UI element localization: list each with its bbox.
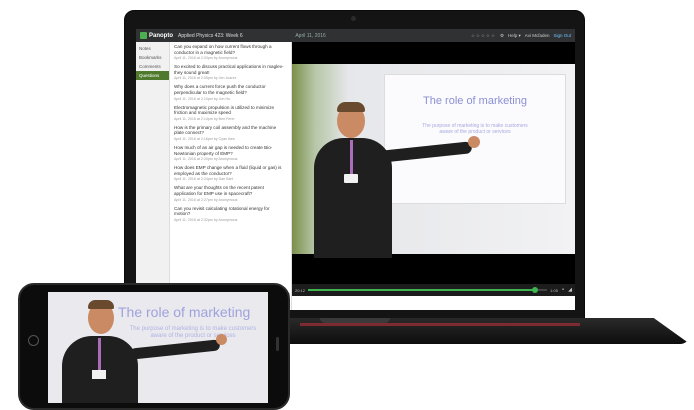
speaker-grille bbox=[276, 337, 279, 351]
question-meta: April 11, 2016 at 2:10pm by Jon Hu bbox=[174, 96, 231, 101]
question-text: Electromagnetic propulsion is utilized t… bbox=[174, 104, 275, 116]
question-text: How is the primary coil assembly and the… bbox=[174, 124, 277, 136]
rating-stars[interactable]: ☆☆☆☆☆ bbox=[471, 33, 496, 39]
name-badge bbox=[92, 370, 106, 379]
list-item[interactable]: How is the primary coil assembly and the… bbox=[174, 125, 287, 141]
sidebar-item-bookmarks[interactable]: Bookmarks bbox=[136, 53, 169, 62]
list-item[interactable]: So excited to discuss practical applicat… bbox=[174, 64, 287, 80]
time-total: 1:05 bbox=[550, 287, 558, 293]
webcam bbox=[351, 16, 356, 21]
question-meta: April 11, 2016 at 2:24pm by Dan Bart bbox=[174, 177, 233, 182]
slide-title: The role of marketing bbox=[423, 95, 527, 107]
product-showcase: Panopto Applied Physics 423: Week 6 Apri… bbox=[0, 0, 694, 410]
phone-video[interactable]: The role of marketing The purpose of mar… bbox=[48, 292, 268, 403]
brand-logo[interactable]: Panopto bbox=[140, 32, 173, 39]
questions-panel: Can you expand on how current flows thro… bbox=[170, 42, 292, 310]
progress-handle[interactable] bbox=[532, 287, 539, 293]
help-menu[interactable]: Help ▾ bbox=[508, 33, 521, 39]
sidebar-item-questions[interactable]: Questions bbox=[136, 71, 169, 80]
presenter-arm bbox=[129, 339, 221, 360]
question-meta: April 11, 2016 at 2:14pm by Ben Ferer bbox=[174, 116, 235, 121]
settings-gear-icon[interactable]: ⚙ bbox=[500, 33, 504, 39]
video-player[interactable]: The role of marketing The purpose of mar… bbox=[292, 42, 575, 284]
slide-title: The role of marketing bbox=[118, 304, 251, 320]
brand-name: Panopto bbox=[149, 32, 173, 39]
time-elapsed: 20:12 bbox=[295, 287, 306, 293]
list-item[interactable]: Can you expand on how current flows thro… bbox=[174, 44, 287, 60]
list-item[interactable]: Why does a current force push the conduc… bbox=[174, 84, 287, 100]
panopto-logo-icon bbox=[140, 32, 147, 39]
question-text: So excited to discuss practical applicat… bbox=[174, 64, 284, 75]
session-title: Applied Physics 423: Week 6 bbox=[178, 32, 243, 39]
list-item[interactable]: How does EMP change when a fluid (liquid… bbox=[174, 165, 287, 181]
laptop-screen: Panopto Applied Physics 423: Week 6 Apri… bbox=[136, 29, 575, 310]
presenter-hand bbox=[216, 334, 227, 345]
question-text: How much of an air gap is needed to crea… bbox=[174, 144, 273, 156]
list-item[interactable]: Electromagnetic propulsion is utilized t… bbox=[174, 105, 287, 121]
user-name[interactable]: Avi Mcfaden bbox=[525, 33, 550, 38]
question-meta: April 11, 2016 at 2:05pm by Jen Juarez bbox=[174, 76, 237, 81]
question-text: Can you expand on how current flows thro… bbox=[174, 44, 272, 55]
question-text: Why does a current force push the conduc… bbox=[174, 84, 266, 95]
progress-bar[interactable] bbox=[308, 287, 548, 293]
volume-icon[interactable]: ◢ bbox=[568, 287, 572, 293]
sign-out-link[interactable]: Sign Out bbox=[553, 33, 571, 38]
presenter-hair bbox=[337, 102, 365, 112]
question-text: Can you revisit calculating rotational e… bbox=[174, 205, 270, 217]
sidebar-item-notes[interactable]: Notes bbox=[136, 44, 169, 53]
slide-body: The purpose of marketing is to make cust… bbox=[129, 326, 257, 339]
session-date: April 11, 2016 bbox=[295, 32, 326, 39]
video-frame: The role of marketing The purpose of mar… bbox=[292, 64, 575, 258]
sidebar: Notes Bookmarks Comments Questions bbox=[136, 42, 170, 310]
presenter-hand bbox=[468, 136, 480, 148]
player-controls: 20:12 1:05 ⚬ ◢ bbox=[292, 284, 575, 296]
question-meta: April 11, 2016 at 2:27pm by Anonymous bbox=[174, 197, 238, 202]
lanyard bbox=[350, 140, 353, 174]
header-actions: ☆☆☆☆☆ ⚙ Help ▾ Avi Mcfaden Sign Out bbox=[471, 33, 571, 39]
home-button-icon[interactable] bbox=[28, 335, 39, 346]
lanyard bbox=[98, 338, 101, 370]
keyboard-backlight bbox=[300, 323, 580, 326]
question-meta: April 11, 2016 at 2:20pm by Anonymous bbox=[174, 157, 238, 162]
sidebar-item-comments[interactable]: Comments bbox=[136, 62, 169, 71]
progress-fill bbox=[308, 289, 536, 291]
question-meta: April 11, 2016 at 2:16pm by Cyan Ikes bbox=[174, 136, 235, 141]
list-item[interactable]: What are your thoughts on the recent pat… bbox=[174, 185, 287, 201]
laptop: Panopto Applied Physics 423: Week 6 Apri… bbox=[124, 10, 585, 320]
question-meta: April 11, 2016 at 2:32pm by Anonymous bbox=[174, 217, 238, 222]
phone: The role of marketing The purpose of mar… bbox=[18, 283, 290, 410]
app-header: Panopto Applied Physics 423: Week 6 Apri… bbox=[136, 29, 575, 42]
speed-icon[interactable]: ⚬ bbox=[561, 287, 565, 293]
question-text: How does EMP change when a fluid (liquid… bbox=[174, 165, 282, 176]
list-item[interactable]: Can you revisit calculating rotational e… bbox=[174, 206, 287, 222]
list-item[interactable]: How much of an air gap is needed to crea… bbox=[174, 145, 287, 161]
question-text: What are your thoughts on the recent pat… bbox=[174, 185, 264, 196]
presenter-hair bbox=[88, 300, 114, 309]
question-meta: April 11, 2016 at 2:03pm by Anonymous bbox=[174, 56, 238, 61]
name-badge bbox=[344, 174, 358, 183]
slide-body: The purpose of marketing is to make cust… bbox=[422, 123, 528, 135]
